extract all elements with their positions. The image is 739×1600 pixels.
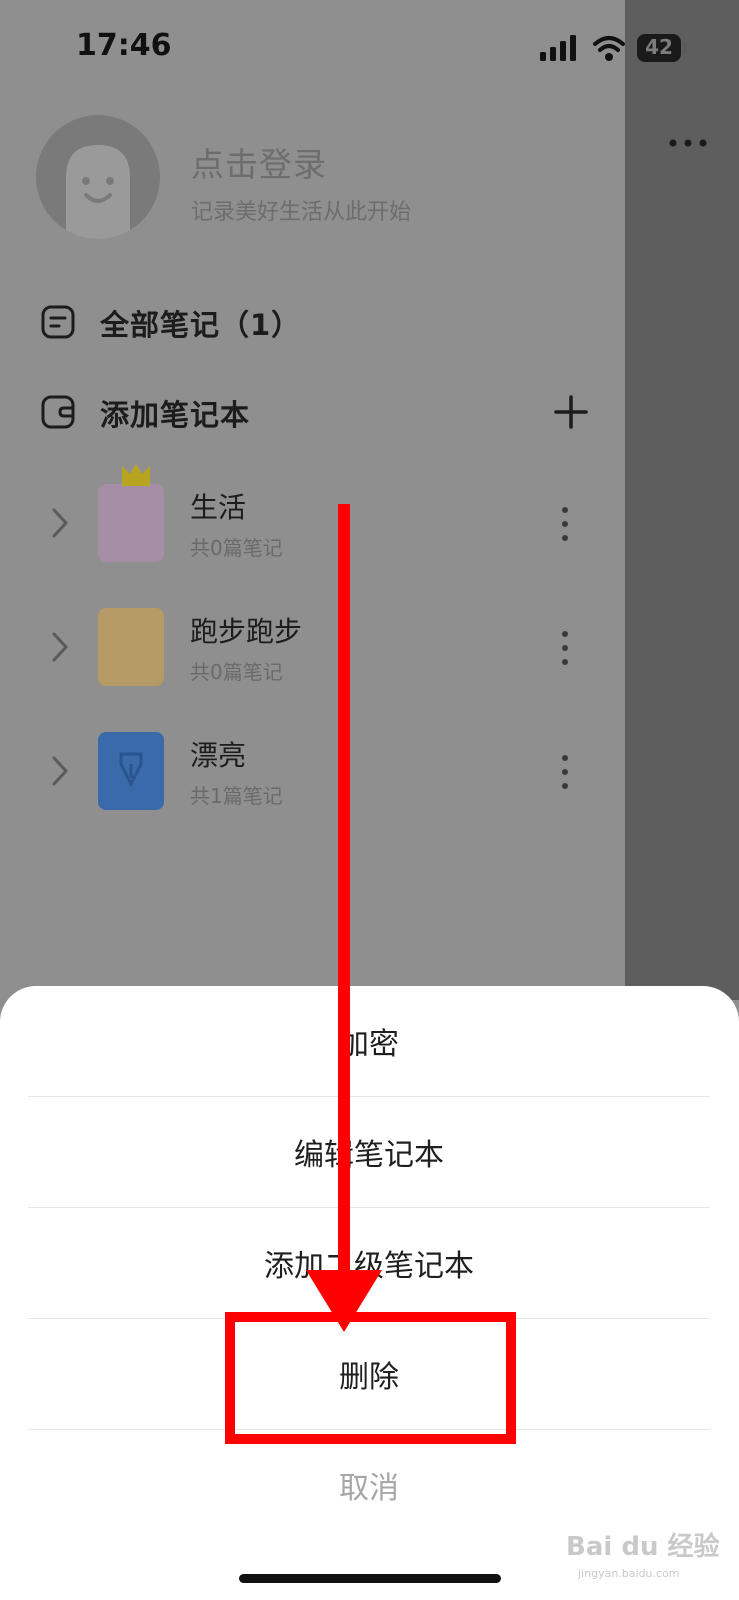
notebook-cover xyxy=(98,484,164,562)
notebook-cover xyxy=(98,608,164,686)
note-icon xyxy=(41,305,75,339)
notebook-count: 共1篇笔记 xyxy=(190,784,283,808)
add-notebook-label: 添加笔记本 xyxy=(100,398,251,432)
chevron-right-icon[interactable] xyxy=(50,754,70,788)
more-options-icon[interactable] xyxy=(668,133,708,153)
encrypt-option[interactable]: 加密 xyxy=(28,986,710,1097)
add-notebook-item[interactable]: 添加笔记本 xyxy=(40,386,600,436)
avatar[interactable] xyxy=(36,115,160,239)
status-time: 17:46 xyxy=(76,28,172,63)
chevron-right-icon[interactable] xyxy=(50,630,70,664)
notebook-item[interactable]: 生活 共0篇笔记 xyxy=(0,464,625,576)
notebook-icon xyxy=(41,395,75,429)
login-subtitle: 记录美好生活从此开始 xyxy=(191,200,412,225)
ghost-avatar-icon xyxy=(66,145,130,239)
home-indicator xyxy=(239,1574,501,1583)
action-sheet: 加密 编辑笔记本 添加二级笔记本 删除 取消 xyxy=(0,986,739,1600)
vertical-more-icon[interactable] xyxy=(560,628,570,668)
notebook-count: 共0篇笔记 xyxy=(190,536,283,560)
battery-level: 42 xyxy=(645,35,673,59)
plus-icon[interactable] xyxy=(553,394,589,430)
notebook-name: 生活 xyxy=(190,491,247,524)
chevron-right-icon[interactable] xyxy=(50,506,70,540)
annotation-highlight-box xyxy=(225,1312,516,1444)
vertical-more-icon[interactable] xyxy=(560,504,570,544)
notebook-name: 漂亮 xyxy=(190,739,247,772)
add-sub-notebook-option[interactable]: 添加二级笔记本 xyxy=(28,1208,710,1319)
battery-icon: 42 xyxy=(637,34,687,62)
all-notes-item[interactable]: 全部笔记（1） xyxy=(40,296,600,346)
wifi-icon xyxy=(593,36,625,61)
notebook-item[interactable]: 跑步跑步 共0篇笔记 xyxy=(0,600,625,700)
crown-icon xyxy=(122,464,150,486)
pen-nib-icon xyxy=(119,752,143,788)
notebook-item[interactable]: 漂亮 共1篇笔记 xyxy=(0,724,625,824)
notebook-name: 跑步跑步 xyxy=(190,615,303,648)
edit-notebook-option[interactable]: 编辑笔记本 xyxy=(28,1097,710,1208)
cancel-option[interactable]: 取消 xyxy=(28,1430,710,1540)
battery-tip xyxy=(683,43,687,53)
watermark: Bai du 经验 xyxy=(566,1532,720,1562)
vertical-more-icon[interactable] xyxy=(560,752,570,792)
login-prompt[interactable]: 点击登录 xyxy=(191,138,327,186)
all-notes-label: 全部笔记（1） xyxy=(100,308,302,342)
notebook-count: 共0篇笔记 xyxy=(190,660,283,684)
watermark-url: jingyan.baidu.com xyxy=(578,1567,680,1580)
cellular-signal-icon xyxy=(540,35,576,61)
